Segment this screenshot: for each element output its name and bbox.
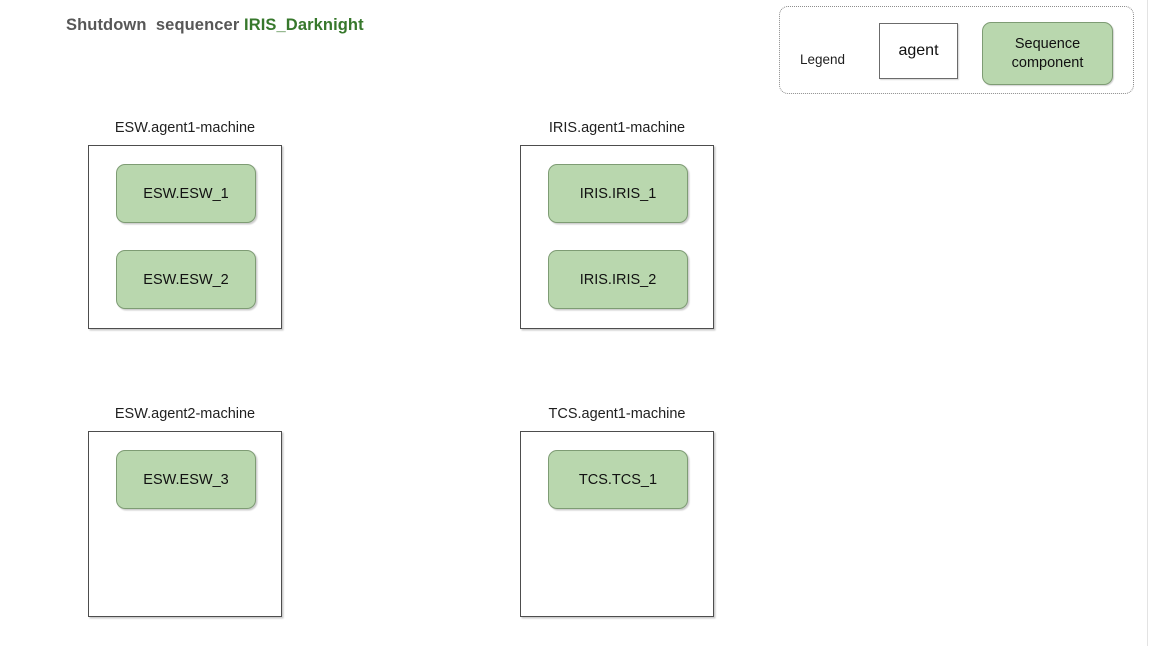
machine-box[interactable]: TCS.TCS_1 — [520, 431, 714, 617]
page-title: Shutdown sequencer IRIS_Darknight — [66, 16, 364, 35]
sequence-component[interactable]: IRIS.IRIS_1 — [548, 164, 688, 223]
legend-agent-label: agent — [898, 42, 939, 59]
machine-label: IRIS.agent1-machine — [548, 120, 686, 136]
machine-box[interactable]: ESW.ESW_1 ESW.ESW_2 — [88, 145, 282, 329]
machine-box[interactable]: IRIS.IRIS_1 IRIS.IRIS_2 — [520, 145, 714, 329]
legend-sequence-component-swatch: Sequence component — [982, 22, 1113, 85]
legend-title: Legend — [800, 52, 846, 67]
machine-label: ESW.agent2-machine — [114, 406, 256, 422]
legend-agent-swatch: agent — [879, 23, 958, 79]
sequence-component[interactable]: IRIS.IRIS_2 — [548, 250, 688, 309]
sequence-component[interactable]: ESW.ESW_3 — [116, 450, 256, 509]
legend-sequence-component-label-line1: Sequence — [1014, 36, 1081, 53]
sequence-component[interactable]: ESW.ESW_1 — [116, 164, 256, 223]
page-title-prefix: Shutdown sequencer — [66, 16, 245, 34]
sequence-component[interactable]: ESW.ESW_2 — [116, 250, 256, 309]
legend-sequence-component-label-line2: component — [1011, 54, 1084, 71]
machine-label: ESW.agent1-machine — [114, 120, 256, 136]
sequence-component[interactable]: TCS.TCS_1 — [548, 450, 688, 509]
machine-box[interactable]: ESW.ESW_3 — [88, 431, 282, 617]
legend-sequence-component-label: Sequence component — [1012, 35, 1084, 71]
legend: Legend agent Sequence component — [779, 6, 1134, 94]
sequencer-name: IRIS_Darknight — [244, 16, 364, 34]
machine-label: TCS.agent1-machine — [548, 406, 686, 422]
page-right-edge — [1147, 0, 1148, 646]
